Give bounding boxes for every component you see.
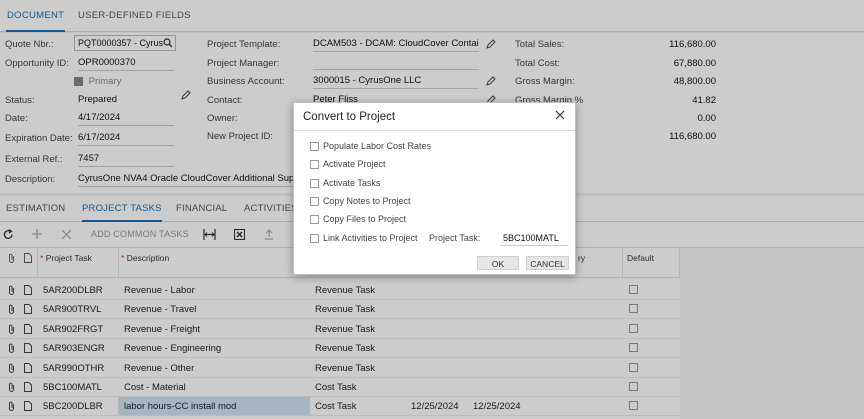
close-icon[interactable]: [554, 109, 566, 121]
copy-files-checkbox[interactable]: [310, 215, 319, 224]
populate-labor-cost-rates-label: Populate Labor Cost Rates: [323, 141, 432, 151]
activate-tasks-label: Activate Tasks: [323, 178, 381, 188]
activate-tasks-checkbox[interactable]: [310, 179, 319, 188]
activate-project-label: Activate Project: [323, 159, 386, 169]
link-activities-checkbox[interactable]: [310, 234, 319, 243]
copy-files-label: Copy Files to Project: [323, 214, 407, 224]
copy-notes-label: Copy Notes to Project: [323, 196, 411, 206]
ok-button[interactable]: OK: [477, 256, 519, 270]
project-task-input[interactable]: 5BC100MATL: [500, 231, 568, 246]
convert-to-project-dialog: Convert to Project Populate Labor Cost R…: [293, 102, 576, 275]
link-activities-label: Link Activities to Project: [323, 233, 418, 243]
project-task-label: Project Task:: [429, 233, 481, 243]
copy-notes-checkbox[interactable]: [310, 197, 319, 206]
dialog-divider: [294, 130, 575, 131]
populate-labor-cost-rates-checkbox[interactable]: [310, 142, 319, 151]
cancel-button[interactable]: CANCEL: [526, 256, 569, 270]
activate-project-checkbox[interactable]: [310, 160, 319, 169]
dialog-title: Convert to Project: [303, 111, 396, 123]
